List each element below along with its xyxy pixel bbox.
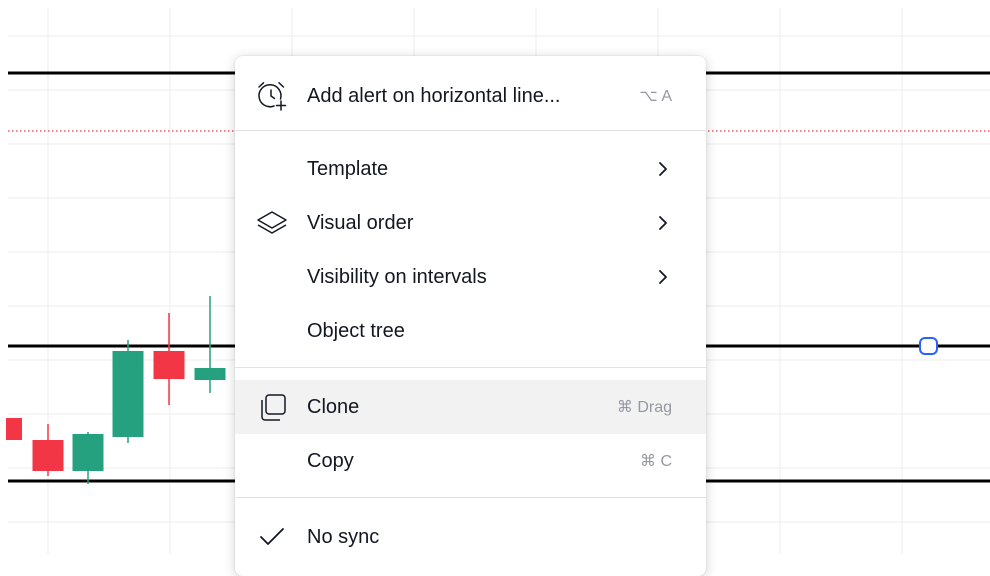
candlesticks bbox=[6, 296, 226, 484]
candle-body bbox=[32, 440, 64, 471]
menu-item-label: Visibility on intervals bbox=[307, 265, 487, 288]
menu-item-visibility-on-intervals[interactable]: Visibility on intervals bbox=[235, 250, 706, 304]
menu-item-clone[interactable]: Clone ⌘ Drag bbox=[235, 380, 706, 434]
checkmark-icon bbox=[255, 520, 289, 554]
alarm-clock-plus-icon bbox=[255, 79, 289, 113]
menu-item-template[interactable]: Template bbox=[235, 142, 706, 196]
menu-separator bbox=[235, 367, 706, 368]
menu-item-label: Object tree bbox=[307, 319, 405, 342]
candle-body bbox=[153, 351, 185, 379]
menu-item-shortcut: ⌘ C bbox=[640, 453, 672, 470]
menu-item-label: Template bbox=[307, 157, 389, 180]
menu-separator bbox=[235, 497, 706, 498]
menu-item-shortcut: ⌥ A bbox=[639, 88, 672, 105]
candle-body bbox=[6, 418, 22, 440]
menu-item-label: Add alert on horizontal line... bbox=[307, 84, 561, 107]
menu-item-copy[interactable]: Copy ⌘ C bbox=[235, 434, 706, 488]
candle-body bbox=[194, 368, 226, 380]
menu-item-label: No sync bbox=[307, 525, 380, 548]
context-menu: Add alert on horizontal line... ⌥ A Temp… bbox=[235, 56, 706, 576]
menu-item-label: Clone bbox=[307, 395, 360, 418]
menu-separator bbox=[235, 130, 706, 131]
menu-item-label: Copy bbox=[307, 449, 354, 472]
menu-item-shortcut: ⌘ Drag bbox=[616, 399, 672, 416]
menu-item-add-alert[interactable]: Add alert on horizontal line... ⌥ A bbox=[235, 69, 706, 123]
clone-icon bbox=[255, 390, 289, 424]
chevron-right-icon bbox=[659, 162, 667, 176]
candle-body bbox=[72, 434, 104, 471]
menu-item-no-sync[interactable]: No sync bbox=[235, 510, 706, 564]
line-drag-handle[interactable] bbox=[919, 337, 938, 355]
chevron-right-icon bbox=[659, 270, 667, 284]
layers-icon bbox=[255, 206, 289, 240]
candle-body bbox=[112, 351, 144, 437]
chevron-right-icon bbox=[659, 216, 667, 230]
menu-item-object-tree[interactable]: Object tree bbox=[235, 304, 706, 358]
menu-item-label: Visual order bbox=[307, 211, 414, 234]
menu-item-visual-order[interactable]: Visual order bbox=[235, 196, 706, 250]
